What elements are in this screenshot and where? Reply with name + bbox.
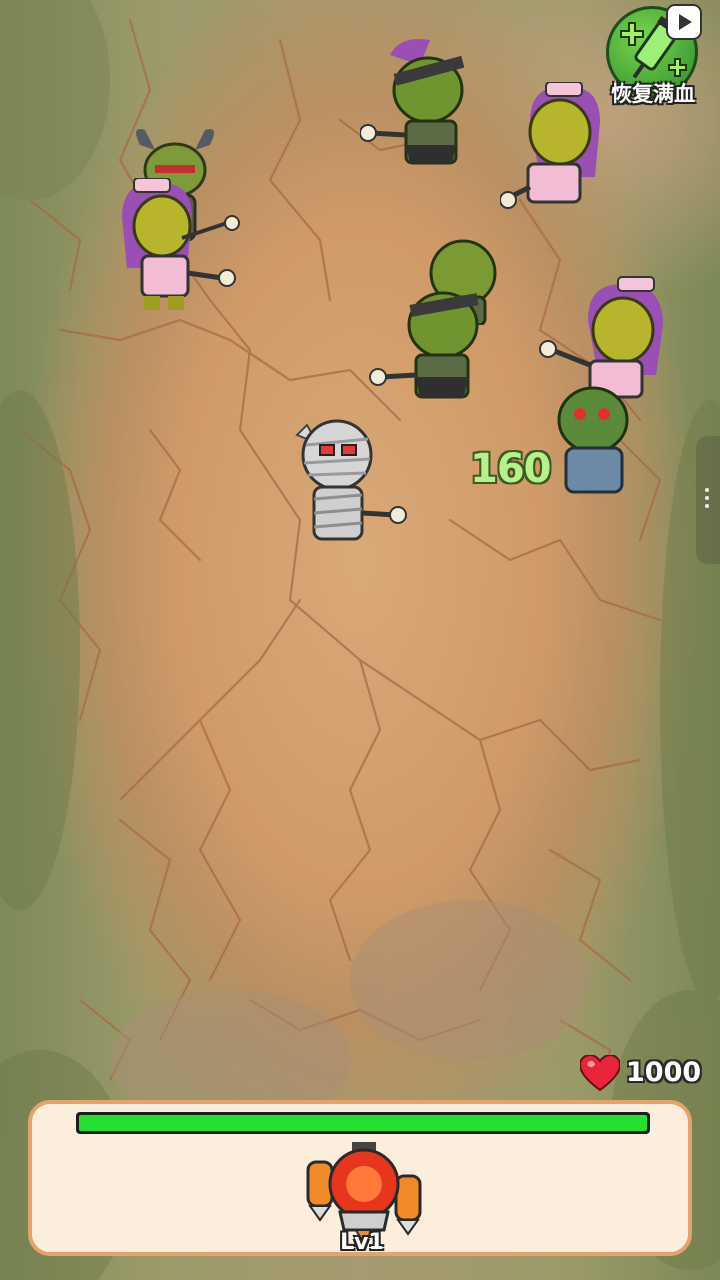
restore-full-health-label: 恢复满血 [611, 82, 695, 106]
video-ad-icon [666, 4, 702, 40]
restore-full-health-button[interactable]: 恢复满血 [598, 4, 708, 108]
enemy-ninja-orc[interactable] [360, 35, 485, 175]
enemy-zombie[interactable] [548, 380, 648, 500]
enemy-nurse-zombie[interactable] [500, 82, 610, 217]
heart-icon [580, 1055, 620, 1092]
enemy-ninja-orc[interactable] [368, 285, 493, 405]
player-hp-value: 1000 [626, 1057, 702, 1088]
weapon-level: Lv1 [340, 1230, 384, 1255]
battlefield: 160 恢复满血 1000 Lv1 [0, 0, 720, 1280]
health-bar [76, 1112, 650, 1134]
hero-mummy[interactable] [292, 415, 407, 555]
enemy-nurse-zombie[interactable] [112, 178, 242, 313]
player-hp: 1000 [580, 1053, 702, 1097]
weapon-panel: Lv1 [28, 1100, 692, 1256]
side-drawer-handle[interactable] [696, 436, 720, 564]
damage-number: 160 [470, 446, 551, 492]
health-bar-fill [79, 1115, 647, 1131]
